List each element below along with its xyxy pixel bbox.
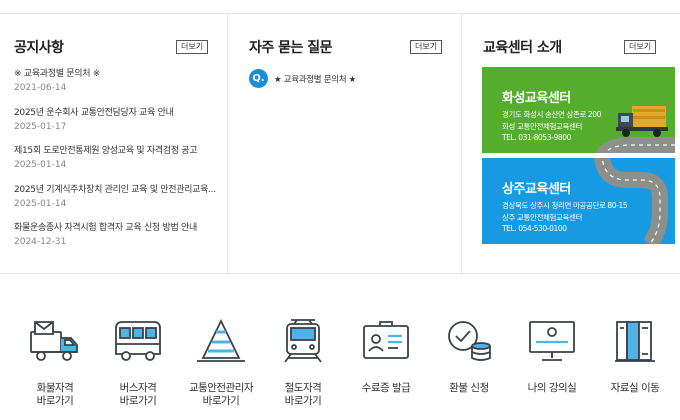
notice-title: 공지사항 [14,40,64,56]
notice-item-date: 2025-01-14 [14,160,67,170]
quick-link-label: 철도자격 바로가기 [258,382,348,408]
quick-link-cargo[interactable]: 화물자격 바로가기 [10,318,100,408]
quick-link-safety-manager[interactable]: 교통안전관리자 바로가기 [176,318,266,408]
faq-title: 자주 묻는 질문 [249,40,333,56]
section-divider [0,273,680,274]
list-item[interactable]: 2025년 운수회사 교통안전담당자 교육 안내 2025-01-17 [14,107,219,146]
list-item[interactable]: 2025년 기계식주차장치 관리인 교육 및 안전관리교육... 2025-01… [14,184,219,223]
library-books-icon [615,321,655,362]
notice-item-title[interactable]: ※ 교육과정별 문의처 ※ [14,68,219,80]
center-facility: 상주 교통안전체험교육센터 [502,212,582,222]
train-icon [284,319,322,363]
quick-link-certificate[interactable]: 수료증 발급 [341,318,431,395]
faq-item-title[interactable]: ★ 교육과정별 문의처 ★ [274,73,356,85]
faq-section: 자주 묻는 질문 더보기 Q. ★ 교육과정별 문의처 ★ [228,14,462,273]
center-title: 교육센터 소개 [483,40,562,56]
center-info: 경상북도 상주시 청리면 마공공단로 80-15 상주 교통안전체험교육센터 T… [502,200,628,235]
label-line: 바로가기 [284,395,322,407]
quick-link-label: 자료실 이동 [590,382,680,395]
center-tel: TEL. 054-530-0100 [502,224,567,233]
notice-section: 공지사항 더보기 ※ 교육과정별 문의처 ※ 2021-06-14 2025년 … [0,14,228,273]
quick-link-label: 교통안전관리자 바로가기 [176,382,266,408]
label-line: 수료증 발급 [361,382,411,394]
label-line: 버스자격 [119,382,157,394]
label-line: 바로가기 [119,395,157,407]
center-name: 상주교육센터 [502,182,571,197]
education-center-section: 교육센터 소개 더보기 화성교육센터 경기도 화성시 송산면 삼존로 200 화… [462,14,680,273]
sangju-center-card[interactable]: 상주교육센터 경상북도 상주시 청리면 마공공단로 80-15 상주 교통안전체… [482,158,675,244]
notice-list: ※ 교육과정별 문의처 ※ 2021-06-14 2025년 운수회사 교통안전… [14,68,219,261]
traffic-cone-icon [197,318,245,362]
center-info: 경기도 화성시 송산면 삼존로 200 화성 교통안전체험교육센터 TEL. 0… [502,109,601,144]
list-item[interactable]: 제15회 도로안전통제원 양성교육 및 자격검정 공고 2025-01-14 [14,145,219,184]
cargo-truck-icon [30,321,78,361]
notice-item-title[interactable]: 화물운송종사 자격시험 합격자 교육 신청 방법 안내 [14,222,219,234]
quick-link-railway[interactable]: 철도자격 바로가기 [258,318,348,408]
label-line: 철도자격 [284,382,322,394]
monitor-icon [529,321,575,361]
center-address: 경상북도 상주시 청리면 마공공단로 80-15 [502,201,628,210]
quick-link-bus[interactable]: 버스자격 바로가기 [93,318,183,408]
label-line: 바로가기 [202,395,240,407]
quick-link-refund[interactable]: 환불 신청 [424,318,514,395]
quick-link-library[interactable]: 자료실 이동 [590,318,680,395]
center-name: 화성교육센터 [502,91,571,106]
bus-icon [115,321,161,361]
notice-item-title[interactable]: 2025년 기계식주차장치 관리인 교육 및 안전관리교육... [14,184,219,196]
center-more-button[interactable]: 더보기 [624,40,657,54]
notice-item-date: 2025-01-14 [14,198,67,209]
quick-link-label: 나의 강의실 [507,382,597,395]
hwaseong-center-card[interactable]: 화성교육센터 경기도 화성시 송산면 삼존로 200 화성 교통안전체험교육센터… [482,67,675,153]
question-badge-icon: Q. [249,69,268,88]
label-line: 화물자격 [36,382,74,394]
list-item[interactable]: ※ 교육과정별 문의처 ※ 2021-06-14 [14,68,219,107]
notice-item-date: 2024-12-31 [14,237,67,247]
quick-link-label: 환불 신청 [424,382,514,395]
quick-link-label: 화물자격 바로가기 [10,382,100,408]
faq-item[interactable]: Q. ★ 교육과정별 문의처 ★ [249,69,356,88]
notice-item-date: 2025-01-17 [14,121,67,132]
label-line: 바로가기 [36,395,74,407]
quick-link-my-classroom[interactable]: 나의 강의실 [507,318,597,395]
label-line: 환불 신청 [449,382,489,394]
notice-item-date: 2021-06-14 [14,83,67,93]
label-line: 나의 강의실 [527,382,577,394]
center-address: 경기도 화성시 송산면 삼존로 200 [502,110,602,119]
faq-more-button[interactable]: 더보기 [410,40,443,54]
center-facility: 화성 교통안전체험교육센터 [502,121,582,131]
list-item[interactable]: 화물운송종사 자격시험 합격자 교육 신청 방법 안내 2024-12-31 [14,222,219,261]
notice-item-title[interactable]: 2025년 운수회사 교통안전담당자 교육 안내 [14,107,219,119]
quick-link-label: 버스자격 바로가기 [93,382,183,408]
quick-link-label: 수료증 발급 [341,382,431,395]
notice-item-title[interactable]: 제15회 도로안전통제원 양성교육 및 자격검정 공고 [14,145,219,157]
quick-links: 화물자격 바로가기 버스자격 바로가기 교통안전관리자 바로가기 철도자격 바로… [0,318,680,420]
center-tel: TEL. 031-8053-9800 [502,133,571,142]
label-line: 교통안전관리자 [188,382,254,394]
refund-coins-icon [448,321,491,361]
notice-more-button[interactable]: 더보기 [176,40,209,54]
label-line: 자료실 이동 [610,382,660,394]
id-card-icon [363,321,409,359]
